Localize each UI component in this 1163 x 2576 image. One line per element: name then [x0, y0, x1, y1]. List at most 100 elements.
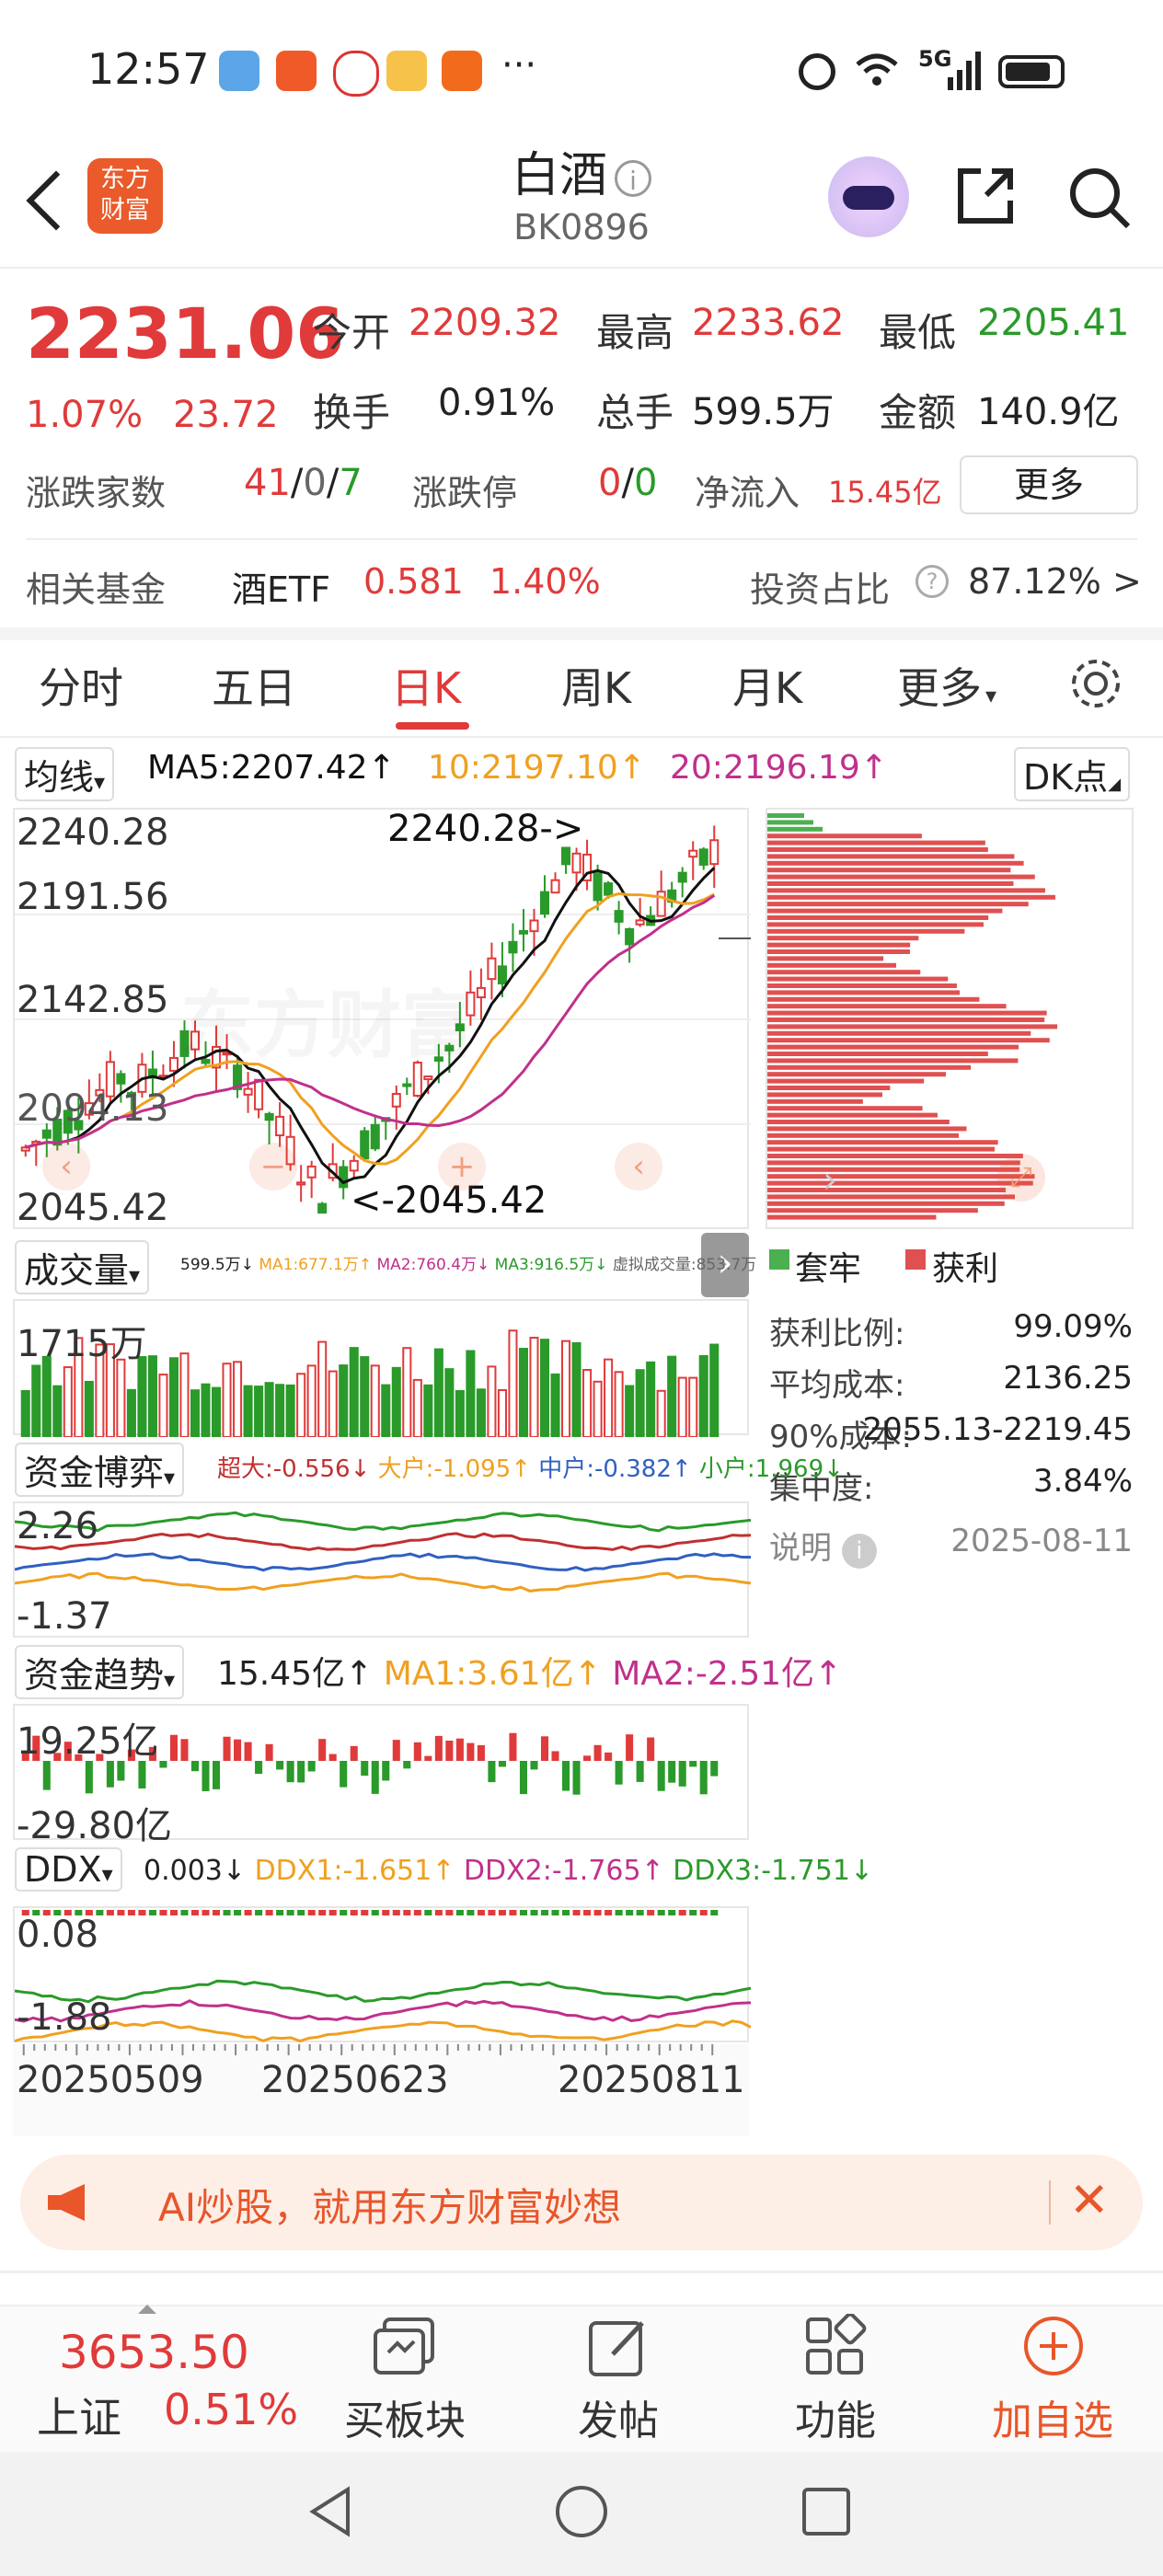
- divider: [0, 2271, 1163, 2273]
- funds-trend-bar: [488, 1761, 496, 1783]
- back-triangle-icon[interactable]: [304, 2484, 359, 2539]
- zoom-out-icon[interactable]: −: [249, 1143, 297, 1190]
- candle-body: [296, 1181, 306, 1186]
- tab-intraday[interactable]: 分时: [39, 655, 123, 716]
- network-type: 5G: [918, 46, 952, 72]
- sector-name: 白酒: [511, 148, 607, 203]
- ddx-bar: [106, 1910, 114, 1915]
- volume-indicator-selector[interactable]: 成交量▾: [15, 1240, 150, 1294]
- amount-label: 金额: [879, 390, 957, 435]
- funds-trend-bar: [350, 1745, 358, 1761]
- chip-bar: [767, 1086, 891, 1090]
- info-icon[interactable]: i: [615, 160, 651, 197]
- medium-value: 中户:-0.382↑: [538, 1455, 692, 1483]
- scroll-right-icon[interactable]: ‹: [615, 1143, 662, 1190]
- volume-bar: [529, 1337, 539, 1437]
- ddx-bar: [455, 1910, 464, 1915]
- ddx-chart[interactable]: 0.08 -1.88: [13, 1906, 751, 2043]
- recents-square-icon[interactable]: [800, 2486, 852, 2537]
- ai-assistant-avatar[interactable]: [828, 156, 909, 237]
- ma-selector[interactable]: 均线▾: [15, 747, 115, 801]
- settings-gear-icon[interactable]: [1067, 655, 1124, 712]
- volume-bar: [116, 1358, 126, 1437]
- volume-bar: [349, 1347, 359, 1437]
- home-circle-icon[interactable]: [554, 2484, 609, 2539]
- volume-bar: [550, 1373, 560, 1437]
- zoom-in-icon[interactable]: +: [438, 1143, 486, 1190]
- tab-daily-k[interactable]: 日K: [391, 655, 461, 716]
- chip-bar: [767, 1010, 1047, 1016]
- chip-bar: [767, 949, 910, 954]
- volume-bar: [190, 1389, 201, 1437]
- funds-game-chart[interactable]: 2.26 -1.37: [13, 1501, 751, 1638]
- chip-bar: [767, 1024, 1058, 1029]
- volume-bar: [243, 1385, 253, 1437]
- volume-ma3: MA3:916.5万↓: [494, 1256, 608, 1274]
- share-icon[interactable]: [953, 164, 1018, 228]
- funds-trend-bar: [255, 1761, 263, 1775]
- funds-game-selector[interactable]: 资金博弈▾: [15, 1443, 185, 1497]
- ddx-bar: [593, 1910, 602, 1915]
- help-icon[interactable]: ?: [915, 565, 949, 598]
- chevron-right-icon[interactable]: ›: [823, 1159, 837, 1202]
- ddx-bar: [255, 1910, 263, 1915]
- chip-bar: [767, 902, 1029, 907]
- funds-trend-chart[interactable]: 19.25亿 -29.80亿: [13, 1704, 749, 1847]
- volume-chart[interactable]: 1715万: [13, 1299, 749, 1437]
- app-notification-icon: [276, 51, 317, 91]
- index-ticker[interactable]: 3653.50 上证 0.51%: [0, 2300, 304, 2452]
- functions-button[interactable]: 功能: [743, 2312, 927, 2452]
- ddx-bar: [403, 1910, 411, 1915]
- chip-distribution-chart[interactable]: › ⤢: [766, 808, 1134, 1229]
- search-icon[interactable]: [1065, 164, 1132, 230]
- chip-bar: [767, 894, 1055, 900]
- investment-ratio[interactable]: 87.12% >: [968, 561, 1142, 602]
- funds-trend-bar: [190, 1761, 200, 1772]
- limit-down-count: 0: [633, 462, 658, 504]
- alarm-icon: [799, 53, 835, 90]
- chip-bar: [767, 983, 957, 988]
- fund-name[interactable]: 酒ETF: [232, 561, 330, 612]
- ddx-bar: [540, 1910, 549, 1915]
- volume-bar: [656, 1389, 666, 1437]
- tab-more[interactable]: 更多 ▾: [897, 655, 996, 716]
- kline-chart[interactable]: 东方财富 2240.28 2191.56 2142.85 2094.13 204…: [13, 808, 751, 1229]
- candle-body: [604, 882, 614, 896]
- chip-bar: [767, 1120, 950, 1124]
- volume-bar: [571, 1341, 582, 1437]
- funds-trend-selector[interactable]: 资金趋势▾: [15, 1645, 185, 1699]
- close-icon[interactable]: ✕: [1069, 2173, 1110, 2228]
- tab-five-day[interactable]: 五日: [212, 655, 296, 716]
- add-watchlist-button[interactable]: 加自选: [961, 2314, 1145, 2452]
- expand-icon[interactable]: ⤢: [997, 1154, 1045, 1202]
- funds-trend-bar: [519, 1761, 527, 1795]
- low-label: 最低: [879, 310, 957, 355]
- volume-y-max: 1715万: [17, 1323, 147, 1365]
- volume-bar: [339, 1364, 349, 1437]
- volume-bar: [508, 1329, 518, 1437]
- high-label: 最高: [596, 310, 674, 355]
- buy-sector-button[interactable]: 买板块: [313, 2314, 497, 2452]
- tab-weekly-k[interactable]: 周K: [561, 655, 631, 716]
- turnover-label: 换手: [313, 390, 391, 435]
- tab-monthly-k[interactable]: 月K: [732, 655, 802, 716]
- volume-bar: [264, 1382, 274, 1437]
- ai-promo-banner[interactable]: AI炒股，就用东方财富妙想 ✕: [20, 2155, 1143, 2250]
- volume-bar: [212, 1386, 222, 1437]
- grid-apps-icon: [802, 2312, 869, 2380]
- dk-point-button[interactable]: DK点◢: [1014, 747, 1131, 801]
- turnover-value: 0.91%: [438, 382, 556, 424]
- more-button[interactable]: 更多: [960, 455, 1138, 514]
- large-value: 大户:-1.095↑: [377, 1455, 532, 1483]
- chip-bar: [767, 1038, 1050, 1043]
- scroll-left-icon[interactable]: ‹: [42, 1143, 90, 1190]
- post-button[interactable]: 发帖: [526, 2314, 710, 2452]
- ddx-selector[interactable]: DDX▾: [15, 1847, 122, 1892]
- volume-bar: [688, 1376, 698, 1437]
- current-price: 2231.06: [26, 293, 345, 374]
- ddx2-value: DDX2:-1.765↑: [463, 1855, 664, 1887]
- volume-bar: [402, 1347, 412, 1437]
- chip-bar: [767, 860, 1024, 866]
- selector-label: DDX: [24, 1849, 102, 1890]
- candle-body: [593, 872, 603, 902]
